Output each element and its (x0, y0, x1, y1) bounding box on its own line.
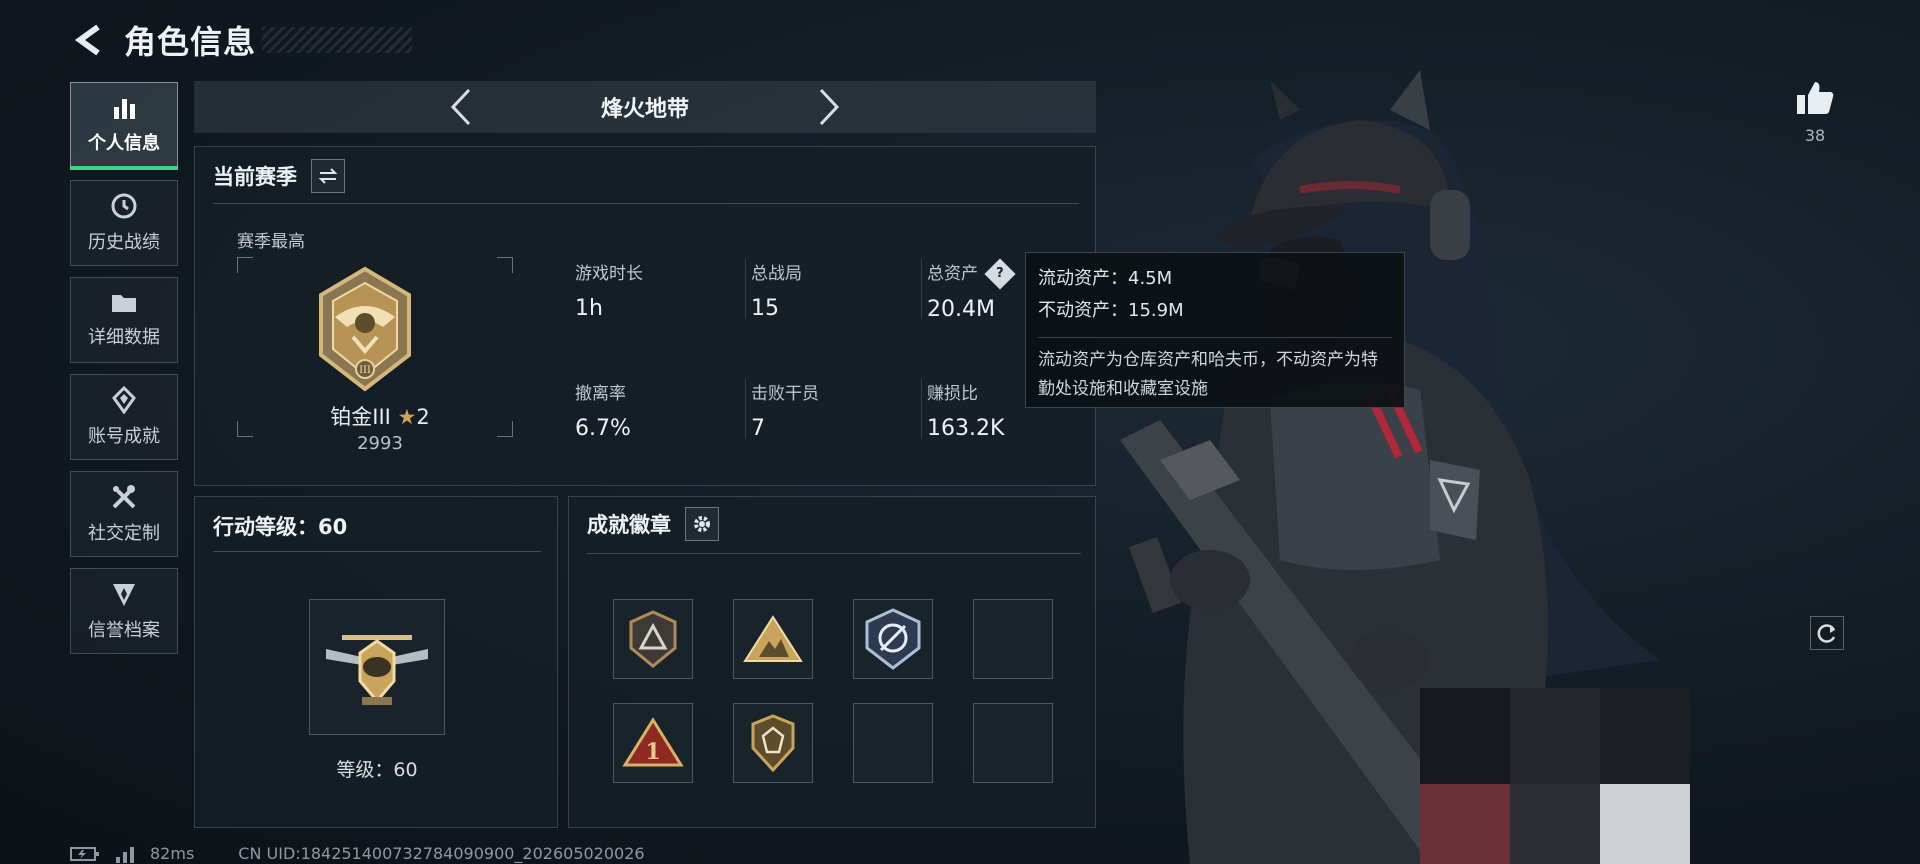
sidebar-item-label: 详细数据 (88, 327, 160, 348)
back-button[interactable] (70, 20, 106, 60)
history-clock-icon (111, 193, 137, 219)
skull-shield-badge-icon (751, 714, 795, 772)
page-title: 角色信息 (124, 23, 257, 61)
bar-chart-icon (114, 99, 135, 119)
folder-icon (112, 295, 136, 312)
sidebar-item-label: 信誉档案 (88, 620, 160, 641)
chevron-right-icon (819, 88, 840, 126)
rank-stars: 2 (416, 405, 430, 429)
stat-extraction-rate: 撤离率 6.7% (575, 379, 745, 441)
chevron-left-icon (450, 88, 471, 126)
shield-icon (113, 584, 135, 606)
achievement-settings-button[interactable] (685, 507, 719, 541)
level-text: 等级：60 (336, 759, 418, 781)
achievement-slot[interactable] (853, 599, 933, 679)
help-icon[interactable]: ? (984, 258, 1016, 290)
battery-icon (70, 846, 99, 861)
achievement-slot-empty[interactable] (973, 599, 1053, 679)
tooltip-description: 流动资产为仓库资产和哈夫币，不动资产为特勤处设施和收藏室设施 (1038, 337, 1392, 404)
stat-value: 1h (575, 296, 603, 321)
sidebar-item-label: 账号成就 (88, 426, 160, 447)
achievement-slot-empty[interactable] (973, 703, 1053, 783)
achievement-slot[interactable] (733, 703, 813, 783)
level-title: 行动等级：60 (213, 515, 348, 539)
stat-value: 163.2K (927, 416, 1005, 441)
achievement-icon (112, 386, 136, 414)
sidebar-item-social-custom[interactable]: 社交定制 (70, 471, 178, 557)
stat-play-time: 游戏时长 1h (575, 259, 745, 321)
divider (587, 553, 1081, 554)
refresh-icon (1817, 624, 1836, 643)
assets-tooltip: 流动资产：4.5M 不动资产：15.9M 流动资产为仓库资产和哈夫币，不动资产为… (1025, 252, 1405, 408)
stat-operators-defeated: 击败干员 7 (751, 379, 921, 441)
stat-label: 击败干员 (751, 384, 819, 404)
divider (213, 551, 541, 552)
like-button[interactable] (1790, 78, 1840, 118)
stat-value: 7 (751, 416, 765, 441)
rank-score: 2993 (357, 433, 403, 454)
status-footer: 82ms CN UID:184251400732784090900_202605… (70, 844, 645, 863)
number-one-badge-icon: 1 (622, 717, 684, 767)
achievement-slot-empty[interactable] (853, 703, 933, 783)
rotate-view-button[interactable] (1810, 616, 1844, 650)
level-panel: 行动等级：60 等级：60 (194, 496, 558, 828)
like-count: 38 (1804, 126, 1826, 145)
ping-value: 82ms (150, 844, 195, 863)
stat-value: 15 (751, 296, 779, 321)
sidebar-item-label: 历史战绩 (88, 232, 160, 253)
svg-text:III: III (359, 365, 371, 376)
achievement-slot[interactable] (613, 599, 693, 679)
sidebar-item-label: 个人信息 (88, 133, 160, 154)
prev-mode-button[interactable] (441, 85, 481, 129)
season-title: 当前赛季 (213, 165, 297, 189)
sidebar-item-personal-info[interactable]: 个人信息 (70, 82, 178, 170)
stat-total-matches: 总战局 15 (751, 259, 921, 321)
gear-icon (694, 516, 710, 532)
season-header: 当前赛季 (213, 159, 345, 193)
sidebar-item-account-achievements[interactable]: 账号成就 (70, 374, 178, 460)
uid-text: CN UID:184251400732784090900_20260502002… (238, 844, 645, 863)
tooltip-fixed-assets: 不动资产：15.9M (1038, 300, 1184, 321)
swap-icon (318, 168, 338, 184)
mountain-badge-icon (743, 615, 803, 662)
level-badge (309, 599, 445, 735)
helicopter-badge-icon (326, 635, 428, 705)
season-panel: 当前赛季 赛季最高 III 铂金III ★2 2993 游戏时长 1h 总战局 … (194, 146, 1096, 486)
signal-icon (116, 846, 134, 863)
rank-emblem-icon: III (319, 266, 411, 392)
sidebar-item-history[interactable]: 历史战绩 (70, 180, 178, 266)
next-mode-button[interactable] (809, 85, 849, 129)
title-decoration (262, 27, 413, 53)
achievements-panel: 成就徽章 1 (568, 496, 1096, 828)
crest-badge-icon (865, 608, 921, 670)
achievement-slot[interactable] (733, 599, 813, 679)
back-arrow-icon (74, 24, 100, 56)
rank-name-text: 铂金III (330, 405, 391, 429)
rank-name: 铂金III ★2 (195, 401, 565, 431)
star-icon: ★ (397, 405, 417, 429)
svg-text:1: 1 (645, 739, 660, 765)
mode-selector: 烽火地带 (194, 81, 1096, 133)
sidebar-item-credit-record[interactable]: 信誉档案 (70, 568, 178, 654)
achievements-header: 成就徽章 (587, 507, 719, 541)
achievement-slot[interactable]: 1 (613, 703, 693, 783)
tools-icon (112, 485, 136, 509)
divider (213, 203, 1079, 204)
switch-season-button[interactable] (311, 159, 345, 193)
header: 角色信息 (70, 18, 413, 62)
season-best-label: 赛季最高 (237, 232, 305, 252)
stat-value: 6.7% (575, 416, 631, 441)
mode-title: 烽火地带 (600, 97, 689, 122)
sidebar-item-detailed-data[interactable]: 详细数据 (70, 277, 178, 363)
character-portrait (1120, 70, 1690, 864)
thumbs-up-icon (1797, 82, 1834, 114)
achievements-title: 成就徽章 (587, 513, 671, 537)
stat-label: 总战局 (751, 264, 802, 284)
stat-label: 撤离率 (575, 384, 626, 404)
tooltip-liquid-assets: 流动资产：4.5M (1038, 268, 1173, 289)
stat-label: 游戏时长 (575, 264, 643, 284)
sidebar-item-label: 社交定制 (88, 523, 160, 544)
triangle-badge-icon (629, 610, 677, 668)
